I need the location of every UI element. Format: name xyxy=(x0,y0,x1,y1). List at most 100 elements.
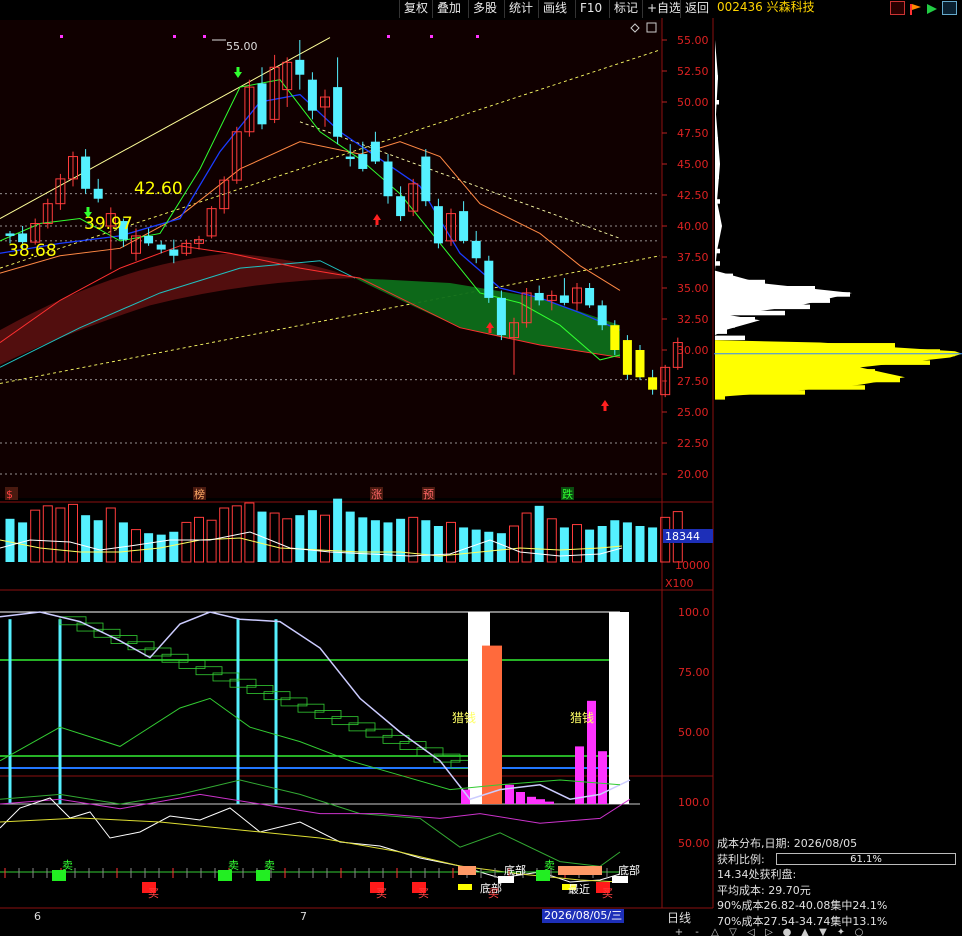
menu-item-3[interactable]: 统计 xyxy=(504,0,537,18)
ind1-cyan-bar-1 xyxy=(58,619,62,804)
candle-body-42 xyxy=(534,292,544,301)
chart-canvas[interactable]: 55.00 52.50 50.00 47.50 45.00 42.50 40.00 37.50… xyxy=(0,0,962,936)
price-label-5: 42.50 xyxy=(677,189,709,202)
ind1-step-15 xyxy=(314,710,342,719)
cost-pane-bg xyxy=(714,20,962,835)
ind2-text-9: 买 xyxy=(418,887,429,900)
candle-body-7 xyxy=(93,188,103,199)
window-icon[interactable] xyxy=(942,1,957,15)
candle-body-6 xyxy=(81,156,91,189)
volume-bar-25 xyxy=(320,514,330,563)
ind1-step-6 xyxy=(161,653,189,663)
volume-bar-40 xyxy=(509,525,519,563)
top-marker-1 xyxy=(173,35,176,38)
candle-body-0 xyxy=(5,233,15,236)
profit-ratio-value: 61.1% xyxy=(850,854,882,865)
ind2-label-0: 100.0 xyxy=(678,796,710,809)
ind1-step-8 xyxy=(195,666,223,676)
volume-bar-7 xyxy=(93,520,103,562)
annot-39-97: 39.97 xyxy=(84,214,133,234)
menu-item-8[interactable]: 返回 xyxy=(680,0,713,18)
cursor-date: 2026/08/05/三 xyxy=(542,909,625,923)
ind2-text-8: 买 xyxy=(376,887,387,900)
ind1-step-21 xyxy=(416,747,444,757)
ind1-magenta-bar-2 xyxy=(516,792,525,804)
volume-bar-41 xyxy=(521,512,532,563)
avg-cost: 平均成本: 29.70元 xyxy=(717,883,811,897)
candle-34 xyxy=(433,198,443,249)
price-label-6: 40.00 xyxy=(677,220,709,233)
volume-bar-45 xyxy=(572,524,582,563)
ind1-label-1: 75.00 xyxy=(678,666,710,679)
candle-body-11 xyxy=(144,235,154,244)
ind1-magenta-bar-3 xyxy=(527,796,536,804)
top-marker-4 xyxy=(430,35,433,38)
ind1-step-7 xyxy=(178,660,206,669)
price-label-2: 50.00 xyxy=(677,96,709,109)
menu-item-1[interactable]: 叠加 xyxy=(432,0,465,18)
ind1-label-lieqian-1: 猎钱 xyxy=(452,710,476,725)
price-label-1: 52.50 xyxy=(677,65,709,78)
price-label-8: 35.00 xyxy=(677,282,709,295)
top-marker-0 xyxy=(60,35,63,38)
candle-body-27 xyxy=(345,156,355,160)
ind1-magenta-bar-6 xyxy=(575,746,584,804)
price-label-7: 37.50 xyxy=(677,251,709,264)
ind2-text-2: 卖 xyxy=(264,859,275,872)
ind1-magenta-bar-4 xyxy=(536,799,545,804)
period-button[interactable]: 日线 xyxy=(667,909,691,926)
annot-42-60: 42.60 xyxy=(134,179,183,199)
candle-body-47 xyxy=(597,305,607,326)
menu-item-5[interactable]: F10 xyxy=(575,0,606,18)
volume-bar-0 xyxy=(5,518,15,562)
event-tag-4: 跌 xyxy=(562,487,573,501)
ind2-text-5: 底部 xyxy=(618,863,640,877)
menu-item-4[interactable]: 画线 xyxy=(538,0,571,18)
profit-holders: 14.34处获利盘: xyxy=(717,868,797,882)
candle-body-33 xyxy=(421,156,431,202)
ind2-salmon-box-2 xyxy=(558,866,602,875)
top-marker-2 xyxy=(203,35,206,38)
ind1-lavender-line xyxy=(0,611,631,801)
candle-body-29 xyxy=(370,141,380,162)
annot-38-68: 38.68 xyxy=(8,241,57,261)
candle-body-38 xyxy=(484,260,494,298)
candle-body-37 xyxy=(471,240,481,259)
candle-49 xyxy=(622,335,632,380)
volume-bar-27 xyxy=(345,511,355,562)
ind1-step-10 xyxy=(229,678,257,688)
menu-item-6[interactable]: 标记 xyxy=(609,0,642,18)
volume-bar-51 xyxy=(648,527,658,562)
candle-body-28 xyxy=(358,154,368,169)
candle-body-26 xyxy=(333,87,343,137)
ind2-text-11: 买 xyxy=(488,887,499,900)
candle-body-13 xyxy=(169,249,179,256)
flag-icon[interactable] xyxy=(908,1,923,15)
profit-ratio-bar: 61.1% xyxy=(776,853,956,865)
volume-bar-30 xyxy=(383,522,393,562)
candle-body-30 xyxy=(383,161,393,197)
volume-bar-5 xyxy=(68,503,78,563)
volume-bar-50 xyxy=(635,526,645,562)
candle-body-44 xyxy=(559,295,569,303)
candle-body-20 xyxy=(257,83,267,125)
candle-body-46 xyxy=(585,288,595,306)
ind1-step-16 xyxy=(331,716,359,726)
menu-item-0[interactable]: 复权 xyxy=(399,0,432,18)
menu-bar: 复权 叠加 多股 统计 画线 F10 标记 +自选 返回 xyxy=(0,0,713,18)
list-icon[interactable] xyxy=(890,1,905,15)
price-label-3: 47.50 xyxy=(677,127,709,140)
candle-33 xyxy=(421,149,431,207)
price-label-13: 22.50 xyxy=(677,437,709,450)
ind1-magenta-bar-5 xyxy=(545,801,554,804)
volume-bar-36 xyxy=(459,527,469,562)
bottom-control-0: + xyxy=(675,927,683,936)
ind1-step-4 xyxy=(127,641,155,651)
ind1-white-block-2 xyxy=(609,612,629,804)
menu-item-7[interactable]: +自选 xyxy=(642,0,685,18)
ind2-text-4: 底部 xyxy=(504,863,526,877)
ind1-step-13 xyxy=(280,697,308,707)
menu-item-2[interactable]: 多股 xyxy=(468,0,501,18)
play-icon[interactable] xyxy=(925,1,940,15)
ind1-cyan-bar-0 xyxy=(8,619,12,804)
